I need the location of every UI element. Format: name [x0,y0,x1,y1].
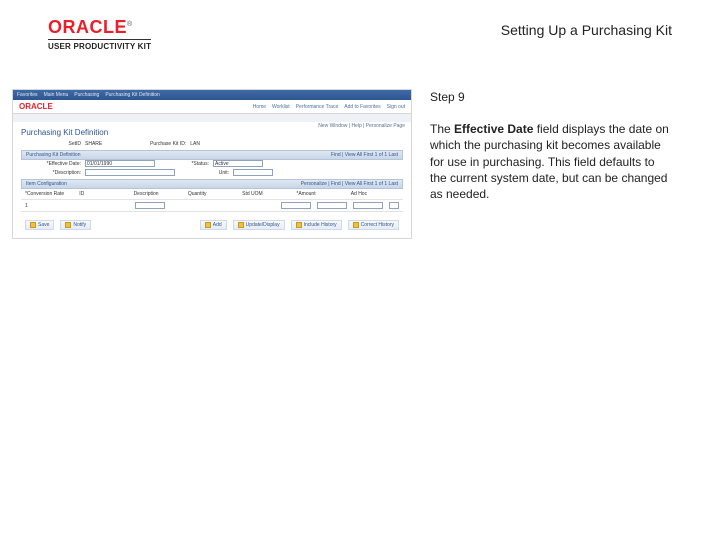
update-icon [238,222,244,228]
brand-block: ORACLE® USER PRODUCTIVITY KIT [48,18,151,51]
app-top-bar: Favorites Main Menu Purchasing Purchasin… [13,90,411,100]
app-crumb: New Window | Help | Personalize Page [13,114,411,122]
nav-link: Home [253,104,266,110]
unit-label: Unit: [179,170,229,176]
menu-item: Purchasing [74,92,99,98]
desc-bold: Effective Date [454,122,533,136]
section-title: Purchasing Kit Definition [26,152,80,158]
save-icon [30,222,36,228]
unit-input [233,169,273,176]
add-button: Add [200,220,227,230]
section-kit-def: Purchasing Kit Definition Find | View Al… [21,150,403,160]
col-header: Ad Hoc [351,191,399,197]
content-area: Favorites Main Menu Purchasing Purchasin… [0,57,720,239]
menu-item: Purchasing Kit Definition [105,92,159,98]
col-header: *Conversion Rate [25,191,73,197]
page-header: ORACLE® USER PRODUCTIVITY KIT Setting Up… [0,0,720,57]
add-icon [205,222,211,228]
effdate-label: *Effective Date: [21,161,81,167]
nav-link: Sign out [387,104,405,110]
correct-icon [353,222,359,228]
nav-link: Worklist [272,104,290,110]
effdate-input: 01/01/1990 [85,160,155,167]
cell-input [353,202,383,209]
setid-value: SHARE [85,141,102,147]
instruction-column: Step 9 The Effective Date field displays… [430,89,672,202]
correct-button: Correct History [348,220,399,230]
nav-link: Add to Favorites [344,104,380,110]
menu-item: Main Menu [44,92,69,98]
section-title: Item Configuration [26,181,67,187]
cell-input [317,202,347,209]
col-header: *Amount [296,191,344,197]
update-button: Update/Display [233,220,285,230]
col-header: Std UOM [242,191,290,197]
app-nav: Home Worklist Performance Trace Add to F… [253,104,405,110]
page-title: Setting Up a Purchasing Kit [501,18,672,38]
section-item-config: Item Configuration Personalize | Find | … [21,179,403,189]
history-button: Include History [291,220,342,230]
app-page-title: Purchasing Kit Definition [21,128,403,137]
kitid-value: LAN [190,141,200,147]
menu-item: Favorites [17,92,38,98]
notify-icon [65,222,71,228]
desc-input [85,169,175,176]
crumb-text: New Window | Help | Personalize Page [318,123,405,129]
app-footer: Save Notify Add Update/Display Include H… [21,216,403,230]
notify-button: Notify [60,220,91,230]
desc-label: *Description: [21,170,81,176]
col-header: Quantity [188,191,236,197]
col-header: ID [79,191,127,197]
nav-link: Performance Trace [296,104,339,110]
table-header: *Conversion Rate ID Description Quantity… [21,189,403,200]
app-body: Purchasing Kit Definition SetID SHARE Pu… [13,122,411,238]
step-description: The Effective Date field displays the da… [430,121,672,202]
table-row: 1 [21,200,403,212]
setid-label: SetID [21,141,81,147]
save-button: Save [25,220,54,230]
cell-input [135,202,165,209]
kitid-label: Purchase Kit ID: [106,141,186,147]
brand-name: ORACLE [48,17,127,37]
desc-pre: The [430,122,454,136]
step-label: Step 9 [430,89,672,105]
trademark: ® [127,21,133,28]
oracle-logo: ORACLE® [48,18,151,36]
app-logo: ORACLE [19,102,53,111]
cell-input [281,202,311,209]
cell-checkbox [389,202,399,209]
section-pager: Personalize | Find | View All First 1 of… [301,181,398,187]
history-icon [296,222,302,228]
app-header-bar: ORACLE Home Worklist Performance Trace A… [13,100,411,114]
app-screenshot: Favorites Main Menu Purchasing Purchasin… [12,89,412,239]
product-name: USER PRODUCTIVITY KIT [48,39,151,51]
section-pager: Find | View All First 1 of 1 Last [331,152,398,158]
status-label: *Status: [159,161,209,167]
col-header: Description [134,191,182,197]
row-num: 1 [25,203,129,209]
status-select: Active [213,160,263,167]
